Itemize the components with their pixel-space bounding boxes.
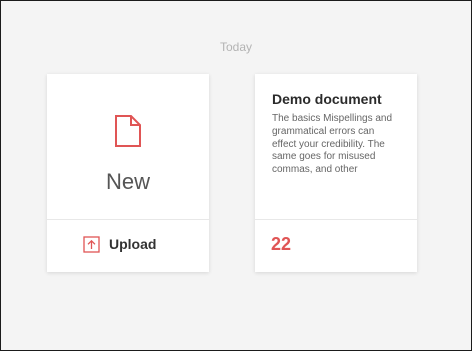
section-label-today: Today (219, 40, 253, 54)
card-divider (47, 219, 209, 220)
new-document-card[interactable]: New Upload (47, 74, 209, 272)
new-document-label: New (105, 169, 150, 194)
document-icon (115, 115, 141, 147)
upload-icon (83, 235, 100, 253)
document-preview: The basics Mispellings and grammatical e… (272, 113, 393, 176)
document-score: 22 (271, 234, 292, 254)
document-card[interactable]: Demo document The basics Mispellings and… (255, 74, 417, 272)
card-divider (255, 219, 417, 220)
upload-label: Upload (109, 236, 157, 252)
upload-button[interactable]: Upload (83, 234, 156, 254)
app-canvas: Today New Upload Demo document The basic… (0, 0, 472, 351)
document-title: Demo document (272, 91, 382, 107)
